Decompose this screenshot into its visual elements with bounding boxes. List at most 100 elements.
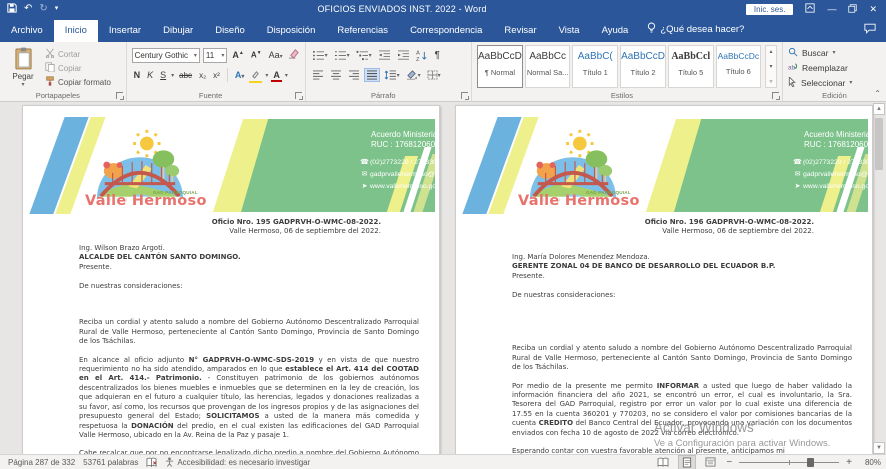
collapse-ribbon-icon[interactable]: ⌃ <box>874 89 881 98</box>
paragraph-group-label: Párrafo <box>306 91 461 100</box>
style-titulo-6[interactable]: AaBbCcDcTítulo 6 <box>716 45 762 88</box>
font-color-caret[interactable]: ▾ <box>285 72 288 79</box>
clipboard-dialog-launcher[interactable] <box>116 92 123 99</box>
ribbon-display-options-icon[interactable] <box>805 3 815 15</box>
close-button[interactable]: ✕ <box>869 5 877 14</box>
shading-button[interactable]: ▾ <box>405 69 422 81</box>
shrink-font-button[interactable]: A▼ <box>249 50 264 60</box>
font-color-button[interactable]: A <box>271 70 282 80</box>
page-1[interactable]: Acuerdo Ministerial N° 1359 RUC : 176812… <box>22 105 440 455</box>
paste-button[interactable]: Pegar ▾ <box>5 45 41 88</box>
tab-dibujar[interactable]: Dibujar <box>152 20 204 42</box>
subscript-button[interactable]: x₂ <box>197 71 208 80</box>
tab-referencias[interactable]: Referencias <box>326 20 399 42</box>
font-name-combo[interactable]: Century Gothic▾ <box>132 48 200 63</box>
zoom-slider-thumb[interactable] <box>807 458 814 467</box>
justify-button[interactable] <box>365 69 379 81</box>
clear-formatting-icon[interactable] <box>288 46 300 64</box>
sign-in-button[interactable]: Inic. ses. <box>746 4 794 15</box>
style-normal[interactable]: AaBbCcD¶ Normal <box>477 45 523 88</box>
minimize-button[interactable]: — <box>827 5 836 14</box>
tab-revisar[interactable]: Revisar <box>493 20 547 42</box>
page-2[interactable]: Acuerdo Ministerial N° 1359 RUC : 176812… <box>455 105 873 455</box>
acuerdo-line: Acuerdo Ministerial N° 1359 <box>792 130 869 140</box>
page-indicator[interactable]: Página 287 de 332 <box>8 458 75 467</box>
line-spacing-button[interactable]: ▾ <box>383 69 401 81</box>
email-line: ✉gadprvallehermoso@hotmail.com <box>792 169 869 181</box>
cut-button[interactable]: Cortar <box>45 48 111 60</box>
zoom-slider[interactable] <box>739 462 839 463</box>
bullets-button[interactable]: ▾ <box>311 49 329 62</box>
text-effects-button[interactable]: A▾ <box>233 70 247 80</box>
align-center-button[interactable] <box>329 69 343 81</box>
group-styles: AaBbCcD¶ Normal AaBbCcNormal Sa... AaBbC… <box>472 42 783 101</box>
styles-gallery-scroll[interactable]: ▴▾▿ <box>765 45 777 88</box>
select-button[interactable]: Seleccionar▾ <box>788 75 881 90</box>
read-mode-button[interactable] <box>654 456 672 468</box>
superscript-button[interactable]: x² <box>211 71 222 80</box>
italic-button[interactable]: K <box>145 70 155 80</box>
vertical-scrollbar[interactable]: ▲ ▼ <box>872 102 886 455</box>
undo-icon[interactable]: ↶ <box>24 4 32 14</box>
tab-disposicion[interactable]: Disposición <box>256 20 327 42</box>
zoom-in-button[interactable]: + <box>846 457 852 468</box>
svg-text:Z: Z <box>416 57 420 61</box>
borders-button[interactable]: ▾ <box>426 69 442 81</box>
tab-vista[interactable]: Vista <box>548 20 591 42</box>
highlight-caret[interactable]: ▾ <box>265 72 268 79</box>
align-right-button[interactable] <box>347 69 361 81</box>
word-count[interactable]: 53761 palabras <box>83 458 138 467</box>
zoom-level[interactable]: 80% <box>859 458 881 467</box>
underline-caret[interactable]: ▾ <box>171 72 174 79</box>
copy-button[interactable]: Copiar <box>45 62 111 74</box>
find-button[interactable]: Buscar▾ <box>788 45 881 60</box>
strikethrough-button[interactable]: abc <box>177 71 194 80</box>
style-titulo-2[interactable]: AaBbCcDTítulo 2 <box>620 45 666 88</box>
show-marks-button[interactable]: ¶ <box>434 49 441 62</box>
grow-font-button[interactable]: A▲ <box>230 50 245 60</box>
bold-button[interactable]: N <box>132 70 143 80</box>
print-layout-button[interactable] <box>679 456 695 469</box>
align-left-button[interactable] <box>311 69 325 81</box>
format-painter-button[interactable]: Copiar formato <box>45 76 111 88</box>
decrease-indent-button[interactable] <box>377 49 392 62</box>
highlight-button[interactable] <box>249 69 262 80</box>
restore-button[interactable] <box>848 4 857 15</box>
accessibility-status[interactable]: Accesibilidad: es necesario investigar <box>165 457 310 467</box>
cursor-icon <box>788 77 797 89</box>
numbering-button[interactable]: ▾ <box>333 49 351 62</box>
tab-ayuda[interactable]: Ayuda <box>591 20 640 42</box>
font-dialog-launcher[interactable] <box>295 92 302 99</box>
scrollbar-thumb[interactable] <box>875 118 883 170</box>
oficio-number: Oficio Nro. 196 GADPRVH-O-WMC-08-2022. <box>512 218 814 227</box>
web-line: ➤www.vallehermoso.gob.ec <box>792 181 869 193</box>
style-titulo-1[interactable]: AaBbC(Título 1 <box>572 45 618 88</box>
font-size-combo[interactable]: 11▾ <box>203 48 228 63</box>
paragraph: Reciba un cordial y atento saludo a nomb… <box>512 344 852 372</box>
underline-button[interactable]: S <box>158 70 168 80</box>
multilevel-list-button[interactable]: ▾ <box>355 49 373 62</box>
tell-me-box[interactable]: ¿Qué desea hacer? <box>639 17 752 42</box>
redo-icon[interactable]: ↻ <box>39 4 47 14</box>
change-case-button[interactable]: Aa▾ <box>267 50 285 60</box>
ribbon-tabs: Archivo Inicio Insertar Dibujar Diseño D… <box>0 18 886 42</box>
style-normal-sa[interactable]: AaBbCcNormal Sa... <box>525 45 571 88</box>
tab-diseno[interactable]: Diseño <box>204 20 256 42</box>
zoom-out-button[interactable]: − <box>726 457 732 468</box>
tab-correspondencia[interactable]: Correspondencia <box>399 20 493 42</box>
scroll-down-arrow[interactable]: ▼ <box>873 442 885 454</box>
comments-icon[interactable] <box>864 23 886 42</box>
web-layout-button[interactable] <box>702 456 719 468</box>
save-icon[interactable] <box>7 3 17 15</box>
paragraph-dialog-launcher[interactable] <box>461 92 468 99</box>
tab-inicio[interactable]: Inicio <box>54 20 98 42</box>
tab-insertar[interactable]: Insertar <box>98 20 152 42</box>
tab-archivo[interactable]: Archivo <box>0 20 54 42</box>
replace-button[interactable]: abReemplazar <box>788 60 881 75</box>
increase-indent-button[interactable] <box>396 49 411 62</box>
sort-button[interactable]: AZ <box>415 49 430 62</box>
styles-dialog-launcher[interactable] <box>772 92 779 99</box>
style-titulo-5[interactable]: AaBbCclTítulo 5 <box>668 45 714 88</box>
scroll-up-arrow[interactable]: ▲ <box>873 103 885 115</box>
proofing-icon[interactable] <box>146 457 157 467</box>
